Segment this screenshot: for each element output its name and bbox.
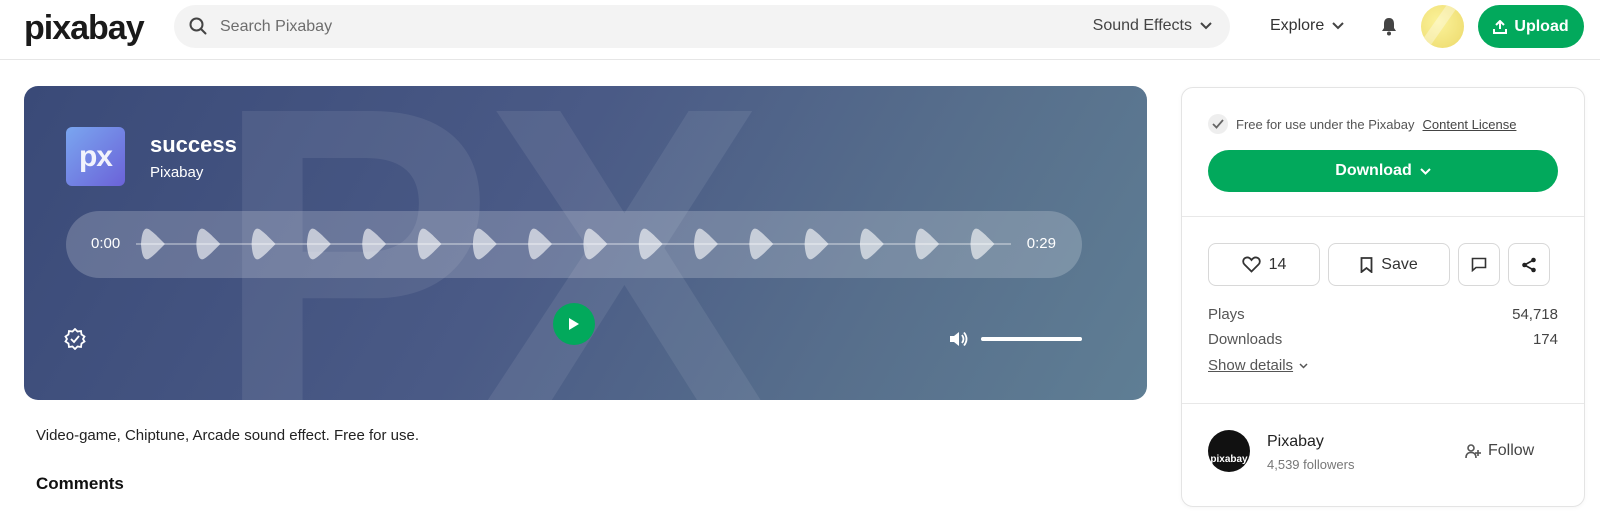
follow-button[interactable]: Follow (1465, 442, 1534, 460)
waveform-segment (528, 228, 553, 260)
waveform-segment (859, 228, 884, 260)
add-user-icon (1465, 443, 1481, 458)
upload-icon (1493, 19, 1508, 34)
search-icon (189, 17, 207, 35)
play-button[interactable] (553, 303, 595, 345)
time-current: 0:00 (91, 235, 121, 252)
volume-slider[interactable] (981, 337, 1082, 341)
chevron-down-icon (1332, 22, 1344, 30)
explore-label: Explore (1270, 17, 1325, 34)
license-text: Free for use under the Pixabay (1236, 116, 1415, 132)
comment-icon (1471, 257, 1487, 272)
chevron-down-icon (1420, 167, 1431, 175)
profile-name[interactable]: Pixabay (1267, 433, 1324, 451)
waveform-segment (583, 228, 608, 260)
waveform-segment (472, 228, 497, 260)
volume-slider-fill (981, 337, 1082, 341)
save-label: Save (1381, 255, 1418, 273)
track-description: Video-game, Chiptune, Arcade sound effec… (36, 427, 420, 444)
audio-player: PX px success Pixabay 0:00 0:29 (24, 86, 1147, 400)
stat-plays: Plays 54,718 (1208, 306, 1558, 323)
download-panel: Free for use under the Pixabay Content L… (1181, 87, 1585, 507)
waveform-segment (694, 228, 718, 260)
stat-downloads: Downloads 174 (1208, 331, 1558, 348)
comment-button[interactable] (1458, 243, 1500, 286)
waveform-segment (970, 228, 995, 260)
user-avatar[interactable] (1421, 5, 1464, 48)
download-button[interactable]: Download (1208, 150, 1558, 192)
waveform-track[interactable]: 0:00 0:29 (66, 211, 1082, 278)
profile-avatar[interactable]: pixabay (1208, 430, 1250, 472)
bookmark-icon (1360, 256, 1373, 273)
search-input[interactable] (220, 5, 1020, 48)
waveform-segment (141, 228, 165, 260)
waveform-segment (749, 228, 774, 260)
stat-label: Plays (1208, 306, 1245, 323)
content-license-link[interactable]: Content License (1423, 117, 1517, 132)
explore-menu[interactable]: Explore (1270, 17, 1344, 35)
bell-icon[interactable] (1380, 16, 1398, 36)
top-header: pixabay Sound Effects Explore Upload (0, 0, 1600, 60)
waveform-segment (251, 228, 276, 260)
divider (1182, 216, 1584, 217)
follow-label: Follow (1488, 442, 1535, 459)
chevron-down-icon (1200, 22, 1212, 30)
license-note: Free for use under the Pixabay Content L… (1208, 114, 1516, 134)
waveform-segment (804, 228, 829, 260)
like-button[interactable]: 14 (1208, 243, 1320, 286)
waveform-segment (638, 228, 663, 260)
waveform-segment (915, 228, 940, 260)
check-icon (1208, 114, 1228, 134)
upload-label: Upload (1514, 17, 1569, 35)
comments-heading: Comments (36, 474, 124, 493)
play-icon (569, 318, 579, 330)
show-details-link[interactable]: Show details (1208, 357, 1308, 374)
waveform[interactable] (136, 219, 1011, 269)
waveform-segment (196, 228, 221, 260)
stat-label: Downloads (1208, 331, 1283, 348)
waveform-segment (417, 228, 442, 260)
time-total: 0:29 (1026, 235, 1056, 252)
stat-value: 174 (1532, 331, 1558, 348)
heart-icon (1241, 256, 1261, 273)
pixabay-logo[interactable]: pixabay (24, 8, 145, 48)
divider (1182, 403, 1584, 404)
waveform-segment (362, 228, 387, 260)
search-scope-label: Sound Effects (1092, 17, 1192, 34)
volume-icon[interactable] (948, 330, 968, 348)
share-icon (1522, 257, 1536, 272)
download-label: Download (1335, 162, 1412, 179)
search-scope-dropdown[interactable]: Sound Effects (1093, 17, 1212, 35)
chevron-down-icon (1299, 362, 1308, 369)
track-title: success (150, 132, 237, 157)
track-thumbnail: px (66, 127, 125, 186)
waveform-segment (306, 228, 331, 260)
track-author[interactable]: Pixabay (150, 164, 203, 181)
verified-badge-icon (64, 328, 86, 350)
profile-followers: 4,539 followers (1267, 457, 1355, 472)
save-button[interactable]: Save (1328, 243, 1450, 286)
stat-value: 54,718 (1512, 306, 1558, 323)
share-button[interactable] (1508, 243, 1550, 286)
search-bar[interactable]: Sound Effects (174, 5, 1230, 48)
upload-button[interactable]: Upload (1478, 5, 1584, 48)
show-details-label: Show details (1208, 357, 1294, 374)
like-count: 14 (1268, 255, 1287, 273)
